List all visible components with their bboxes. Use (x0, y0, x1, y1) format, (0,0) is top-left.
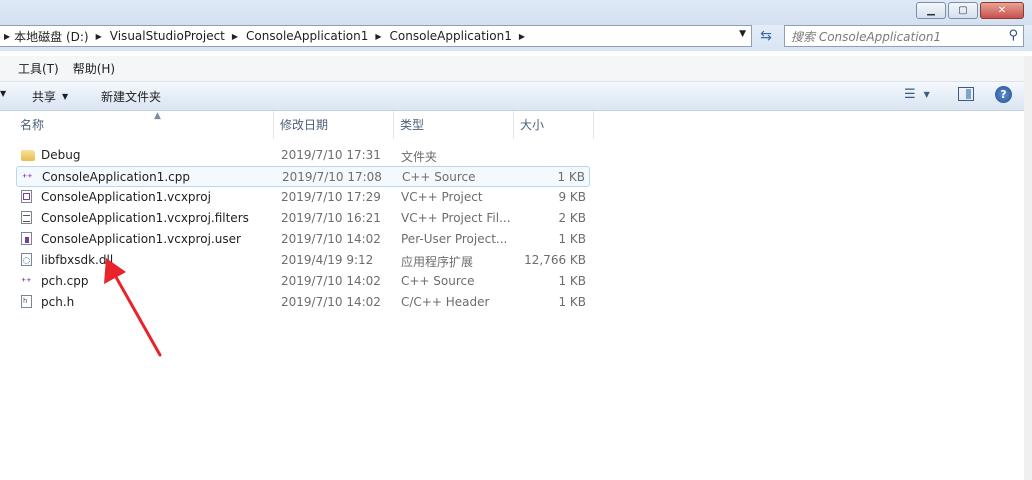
file-date: 2019/7/10 14:02 (281, 232, 381, 246)
file-size: 12,766 KB (524, 253, 586, 267)
file-size: 1 KB (557, 170, 585, 184)
filters-file-icon (21, 211, 35, 225)
change-view-button[interactable]: ☰ ▼ (904, 87, 930, 102)
file-size: 1 KB (558, 274, 586, 288)
close-icon: ✕ (997, 5, 1007, 16)
refresh-icon: ⇆ (760, 28, 772, 44)
header-file-icon: h (21, 295, 35, 309)
file-row-pch-h[interactable]: h pch.h 2019/7/10 14:02 C/C++ Header 1 K… (16, 292, 590, 313)
file-type: 应用程序扩展 (401, 255, 474, 269)
breadcrumb-separator-icon[interactable]: ▶ (375, 32, 381, 41)
breadcrumb-visualstudioproject[interactable]: VisualStudioProject ▶ (110, 29, 246, 43)
breadcrumb-consoleapplication1-current[interactable]: ConsoleApplication1 ▶ (390, 29, 533, 43)
minimize-icon: ▁ (927, 5, 935, 16)
file-name: pch.cpp (41, 274, 89, 288)
file-type: VC++ Project (401, 190, 483, 204)
breadcrumb-separator-icon[interactable]: ▶ (232, 32, 238, 41)
breadcrumb-separator-icon[interactable]: ▶ (519, 32, 525, 41)
preview-pane-button[interactable] (958, 87, 974, 101)
column-header-size[interactable]: 大小 (514, 111, 594, 139)
address-bar[interactable]: ▶ 本地磁盘 (D:) ▶ VisualStudioProject ▶ Consol… (0, 25, 752, 47)
breadcrumb-separator-icon[interactable]: ▶ (96, 32, 102, 41)
file-name: ConsoleApplication1.cpp (42, 170, 190, 184)
window-controls: ▁ ▢ ✕ (916, 2, 1024, 19)
share-button[interactable]: 共享 ▼ (32, 88, 68, 105)
cpp-file-icon: ⁺⁺ (21, 277, 32, 288)
help-icon[interactable]: ? (995, 86, 1012, 103)
address-dropdown-icon[interactable]: ▼ (739, 29, 746, 39)
file-name: ConsoleApplication1.vcxproj.user (41, 232, 241, 246)
file-row-consoleapplication1-vcxproj-user[interactable]: ConsoleApplication1.vcxproj.user 2019/7/… (16, 229, 590, 250)
file-name: ConsoleApplication1.vcxproj.filters (41, 211, 249, 225)
breadcrumb-consoleapplication1[interactable]: ConsoleApplication1 ▶ (246, 29, 389, 43)
close-button[interactable]: ✕ (980, 2, 1024, 19)
minimize-button[interactable]: ▁ (916, 2, 946, 19)
maximize-icon: ▢ (958, 5, 968, 16)
file-date: 2019/7/10 14:02 (281, 274, 381, 288)
menu-bar: 工具(T) 帮助(H) (0, 56, 1032, 82)
file-size: 1 KB (558, 295, 586, 309)
user-file-icon (21, 232, 35, 246)
breadcrumb-drive[interactable]: 本地磁盘 (D:) ▶ (14, 28, 110, 45)
file-date: 2019/7/10 14:02 (281, 295, 381, 309)
file-type: VC++ Project Fil... (401, 211, 511, 225)
search-placeholder: 搜索 ConsoleApplication1 (791, 29, 942, 44)
file-date: 2019/7/10 16:21 (281, 211, 381, 225)
vertical-scrollbar[interactable] (1024, 56, 1032, 480)
file-size: 2 KB (558, 211, 586, 225)
column-header-date[interactable]: 修改日期 (274, 111, 394, 139)
address-row: ▶ 本地磁盘 (D:) ▶ VisualStudioProject ▶ Consol… (0, 25, 1032, 51)
file-date: 2019/7/10 17:29 (281, 190, 381, 204)
column-header-name[interactable]: 名称 ▲ (14, 111, 274, 139)
file-size: 1 KB (558, 232, 586, 246)
file-row-consoleapplication1-vcxproj-filters[interactable]: ConsoleApplication1.vcxproj.filters 2019… (16, 208, 590, 229)
column-header-type[interactable]: 类型 (394, 111, 514, 139)
chevron-down-icon: ▼ (62, 92, 69, 101)
file-name: Debug (41, 148, 81, 162)
file-date: 2019/4/19 9:12 (281, 253, 374, 267)
organize-caret-icon[interactable]: ▼ (0, 89, 6, 98)
new-folder-button[interactable]: 新建文件夹 (101, 88, 161, 105)
vcxproj-file-icon (21, 190, 35, 204)
file-name: pch.h (41, 295, 75, 309)
file-name: libfbxsdk.dll (41, 253, 114, 267)
search-icon[interactable]: ⚲ (1008, 28, 1018, 43)
file-date: 2019/7/10 17:31 (281, 148, 381, 162)
file-type: Per-User Project... (401, 232, 508, 246)
title-bar: ▁ ▢ ✕ (0, 0, 1032, 25)
menu-tools[interactable]: 工具(T) (18, 60, 59, 77)
file-type: C++ Source (402, 170, 476, 184)
file-type: C/C++ Header (401, 295, 490, 309)
sort-ascending-icon: ▲ (154, 111, 161, 121)
dll-file-icon (21, 253, 35, 267)
menu-help[interactable]: 帮助(H) (73, 60, 115, 77)
column-headers: 名称 ▲ 修改日期 类型 大小 (0, 111, 1032, 139)
file-type: C++ Source (401, 274, 475, 288)
file-row-pch-cpp[interactable]: ⁺⁺ pch.cpp 2019/7/10 14:02 C++ Source 1 … (16, 271, 590, 292)
search-input[interactable]: 搜索 ConsoleApplication1 ⚲ (784, 25, 1024, 47)
folder-icon (21, 148, 35, 162)
file-row-debug[interactable]: Debug 2019/7/10 17:31 文件夹 (16, 145, 590, 166)
chevron-down-icon: ▼ (923, 90, 930, 99)
file-size: 9 KB (558, 190, 586, 204)
cpp-file-icon: ⁺⁺ (22, 173, 33, 184)
file-row-consoleapplication1-vcxproj[interactable]: ConsoleApplication1.vcxproj 2019/7/10 17… (16, 187, 590, 208)
breadcrumb-root-arrow-icon[interactable]: ▶ (4, 32, 10, 41)
refresh-button[interactable]: ⇆ (755, 25, 777, 47)
file-row-libfbxsdk-dll[interactable]: libfbxsdk.dll 2019/4/19 9:12 应用程序扩展 12,7… (16, 250, 590, 271)
details-view-icon: ☰ (904, 87, 916, 102)
file-date: 2019/7/10 17:08 (282, 170, 382, 184)
file-name: ConsoleApplication1.vcxproj (41, 190, 211, 204)
file-row-consoleapplication1-cpp[interactable]: ⁺⁺ ConsoleApplication1.cpp 2019/7/10 17:… (16, 166, 590, 187)
file-type: 文件夹 (401, 150, 438, 164)
maximize-button[interactable]: ▢ (948, 2, 978, 19)
